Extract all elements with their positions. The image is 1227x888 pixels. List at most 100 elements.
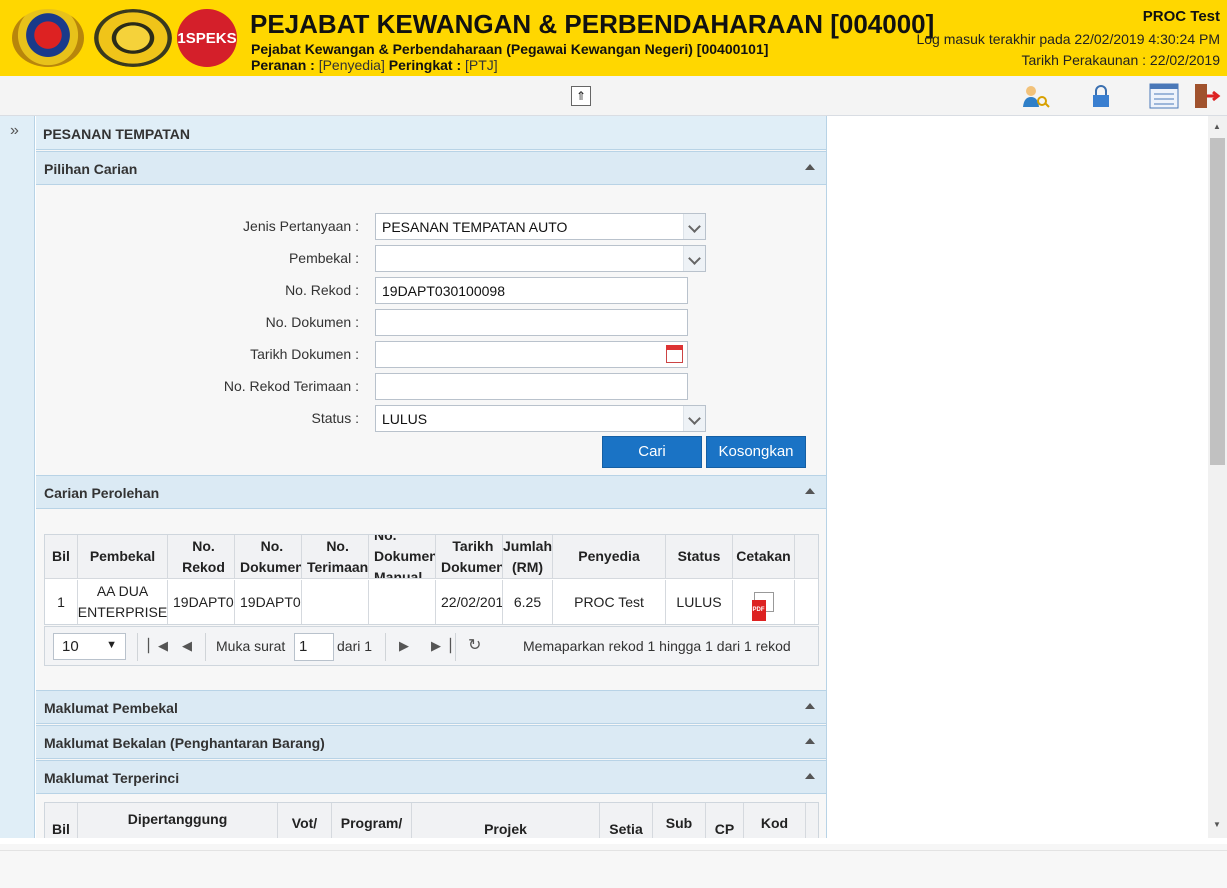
delivery-section-title: Maklumat Bekalan (Penghantaran Barang) (44, 735, 325, 751)
lock-icon[interactable] (1086, 83, 1116, 109)
scroll-up-icon[interactable]: ▲ (1213, 122, 1221, 131)
col-preparer[interactable]: Penyedia (553, 535, 666, 578)
status-select[interactable]: LULUS (375, 405, 706, 432)
dropdown-arrow-icon[interactable]: ▼ (106, 639, 117, 651)
col-manual-document[interactable]: No. Dokumen Manual (369, 535, 436, 578)
cell-print (733, 580, 795, 624)
clear-button[interactable]: Kosongkan (706, 436, 806, 468)
collapse-header-button[interactable]: ⇑ (571, 86, 591, 106)
dcol-charged[interactable]: Dipertanggung (78, 803, 278, 838)
dcol-project[interactable]: Projek (412, 803, 600, 838)
details-table: Bil Dipertanggung Vot/ Program/ Projek S… (44, 802, 819, 838)
collapse-icon[interactable] (805, 738, 815, 744)
col-document-no[interactable]: No. Dokumen (235, 535, 302, 578)
1speks-logo: 1SPEKS (177, 9, 237, 67)
collapse-icon[interactable] (805, 773, 815, 779)
details-section-title: Maklumat Terperinci (44, 770, 180, 786)
table-row[interactable]: 1 AA DUA ENTERPRISE 19DAPT030100098 19DA… (45, 580, 818, 624)
record-no-input[interactable]: 19DAPT030100098 (375, 277, 688, 304)
role-line: Peranan : [Penyedia] Peringkat : [PTJ] (251, 57, 498, 73)
page-label: Muka surat (216, 638, 286, 654)
collapse-icon[interactable] (805, 488, 815, 494)
list-icon[interactable] (1149, 83, 1179, 109)
inquiry-type-value: PESANAN TEMPATAN AUTO (382, 219, 568, 235)
chevron-down-icon[interactable] (683, 406, 705, 431)
page-number-input[interactable]: 1 (294, 633, 334, 661)
search-button[interactable]: Cari (602, 436, 702, 468)
divider (137, 633, 138, 661)
delivery-section-header[interactable]: Maklumat Bekalan (Penghantaran Barang) (36, 725, 826, 759)
status-label: Status : (311, 410, 359, 426)
document-date-input[interactable] (375, 341, 688, 368)
col-supplier[interactable]: Pembekal (78, 535, 168, 578)
dcol-cp[interactable]: CP (706, 803, 744, 838)
cell-preparer: PROC Test (553, 580, 666, 624)
divider (455, 633, 456, 661)
dcol-program[interactable]: Program/ (332, 803, 412, 838)
state-crest-logo (94, 9, 172, 67)
collapse-icon[interactable] (805, 164, 815, 170)
col-status[interactable]: Status (666, 535, 733, 578)
dcol-kod[interactable]: Kod (744, 803, 806, 838)
page-size-select[interactable]: 10 ▼ (53, 633, 126, 660)
first-page-icon[interactable]: ▏◀ (148, 638, 168, 654)
form-row-document-date: Tarikh Dokumen : (36, 341, 826, 369)
exit-door-icon[interactable] (1193, 83, 1221, 109)
col-print[interactable]: Cetakan (733, 535, 795, 578)
form-row-supplier: Pembekal : (36, 245, 826, 273)
divider (385, 633, 386, 661)
cell-document-date: 22/02/2019 (436, 580, 503, 624)
chevron-down-icon[interactable] (683, 246, 705, 271)
collapse-icon[interactable] (805, 703, 815, 709)
last-login: Log masuk terakhir pada 22/02/2019 4:30:… (916, 31, 1220, 47)
supplier-section-title: Maklumat Pembekal (44, 700, 178, 716)
calendar-icon[interactable] (666, 345, 683, 363)
cell-amount: 6.25 (503, 580, 553, 624)
refresh-icon[interactable]: ↻ (468, 635, 481, 655)
level-value: [PTJ] (465, 57, 498, 73)
results-section-header[interactable]: Carian Perolehan (36, 475, 826, 509)
form-row-record-no: No. Rekod : 19DAPT030100098 (36, 277, 826, 305)
dcol-sub[interactable]: Sub (653, 803, 706, 838)
receipt-no-input[interactable] (375, 373, 688, 400)
details-section-header[interactable]: Maklumat Terperinci (36, 760, 826, 794)
vertical-scrollbar[interactable]: ▲ ▼ (1208, 116, 1227, 838)
search-section-title: Pilihan Carian (44, 161, 138, 177)
inquiry-type-label: Jenis Pertanyaan : (243, 218, 359, 234)
office-subtitle: Pejabat Kewangan & Perbendaharaan (Pegaw… (251, 41, 769, 57)
user-name: PROC Test (1142, 8, 1220, 25)
expand-menu-icon[interactable]: » (10, 122, 19, 140)
page-title: PEJABAT KEWANGAN & PERBENDAHARAAN [00400… (250, 9, 935, 39)
supplier-select[interactable] (375, 245, 706, 272)
cell-document-no: 19DAPT030100098 (235, 580, 302, 624)
chevron-down-icon[interactable] (683, 214, 705, 239)
scroll-down-icon[interactable]: ▼ (1213, 820, 1221, 829)
supplier-section-header[interactable]: Maklumat Pembekal (36, 690, 826, 724)
document-no-input[interactable] (375, 309, 688, 336)
col-amount[interactable]: Jumlah (RM) (503, 535, 553, 578)
next-page-icon[interactable]: ▶ (399, 638, 409, 654)
pdf-icon[interactable] (751, 592, 774, 621)
details-table-header: Bil Dipertanggung Vot/ Program/ Projek S… (45, 803, 818, 838)
pager: 10 ▼ ▏◀ ◀ Muka surat 1 dari 1 ▶ ▶▕ ↻ Mem… (44, 626, 819, 666)
form-row-receipt-no: No. Rekod Terimaan : (36, 373, 826, 401)
main-panel: PESANAN TEMPATAN Pilihan Carian Jenis Pe… (36, 116, 827, 838)
col-document-date[interactable]: Tarikh Dokumen (436, 535, 503, 578)
col-receipt-no[interactable]: No. Terimaan (302, 535, 369, 578)
user-key-icon[interactable] (1020, 83, 1050, 109)
dcol-setia[interactable]: Setia (600, 803, 653, 838)
col-bil[interactable]: Bil (45, 535, 78, 578)
last-page-icon[interactable]: ▶▕ (431, 638, 451, 654)
status-value: LULUS (382, 411, 428, 427)
document-no-label: No. Dokumen : (265, 314, 359, 330)
inquiry-type-select[interactable]: PESANAN TEMPATAN AUTO (375, 213, 706, 240)
cell-record-no[interactable]: 19DAPT030100098 (168, 580, 235, 624)
scroll-thumb[interactable] (1210, 138, 1225, 465)
col-record-no[interactable]: No. Rekod (168, 535, 235, 578)
app-header: 1SPEKS PEJABAT KEWANGAN & PERBENDAHARAAN… (0, 0, 1227, 76)
prev-page-icon[interactable]: ◀ (182, 638, 192, 654)
dcol-vot[interactable]: Vot/ (278, 803, 332, 838)
right-empty-pane (828, 116, 1208, 838)
dcol-bil[interactable]: Bil (45, 803, 78, 838)
search-section-header[interactable]: Pilihan Carian (36, 151, 826, 185)
